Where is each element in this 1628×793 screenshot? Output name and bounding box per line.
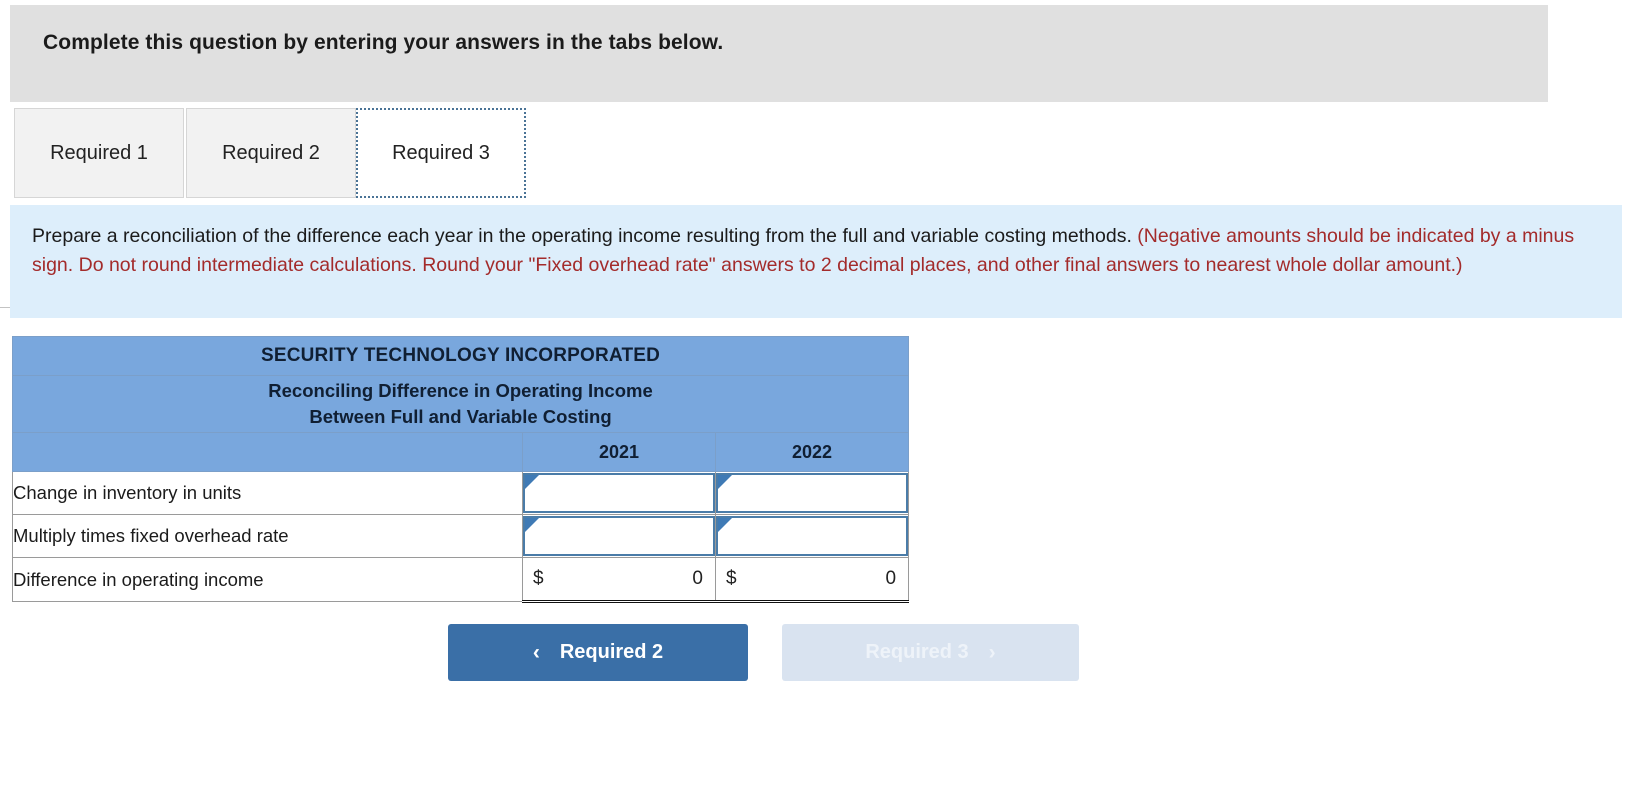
question-banner: Complete this question by entering your …: [10, 5, 1548, 102]
instructions-main: Prepare a reconciliation of the differen…: [32, 225, 1138, 247]
prev-button-label: Required 2: [559, 641, 664, 663]
company-name: SECURITY TECHNOLOGY INCORPORATED: [11, 336, 910, 376]
input-fixed-overhead-rate-2022[interactable]: [728, 518, 901, 554]
table-row: Difference in operating income $ 0 $ 0: [12, 557, 910, 603]
currency-symbol-2021: $: [533, 568, 544, 589]
table-row-subtitle-header: Reconciling Difference in Operating Inco…: [11, 375, 910, 433]
statement-subtitle: Reconciling Difference in Operating Inco…: [11, 375, 910, 433]
tab-required-2-label: Required 2: [222, 141, 320, 164]
cell-difference-2021: $ 0: [522, 557, 716, 603]
cell-change-in-inventory-2021[interactable]: [522, 471, 716, 515]
year-header-2022: 2022: [714, 432, 910, 472]
prev-required-2-button[interactable]: ‹ Required 2: [448, 624, 748, 681]
table-row: Multiply times fixed overhead rate: [12, 514, 910, 558]
chevron-right-icon: ›: [988, 641, 996, 664]
instructions-panel: Prepare a reconciliation of the differen…: [10, 205, 1622, 318]
reconciliation-table: SECURITY TECHNOLOGY INCORPORATED Reconci…: [11, 336, 910, 603]
input-wrapper: [716, 516, 909, 556]
input-change-in-inventory-2021[interactable]: [535, 475, 707, 511]
tab-required-2[interactable]: Required 2: [186, 108, 356, 198]
tab-required-3[interactable]: Required 3: [356, 108, 526, 198]
pager-nav: ‹ Required 2 Required 3 ›: [448, 624, 1079, 681]
year-header-2021: 2021: [522, 432, 716, 472]
row-label-difference-in-operating-income: Difference in operating income: [12, 557, 523, 602]
tab-required-3-label: Required 3: [392, 141, 490, 164]
row-label-fixed-overhead-rate: Multiply times fixed overhead rate: [12, 514, 523, 558]
currency-symbol-2022: $: [726, 568, 737, 589]
statement-subtitle-line1: Reconciling Difference in Operating Inco…: [268, 380, 653, 401]
next-button-label: Required 3: [865, 641, 969, 663]
next-required-3-button[interactable]: Required 3 ›: [782, 624, 1079, 681]
instructions-text: Prepare a reconciliation of the differen…: [32, 222, 1600, 280]
chevron-left-icon: ‹: [532, 641, 540, 664]
value-difference-2021: 0: [692, 568, 703, 589]
tab-bar: Required 1 Required 2 Required 3: [0, 108, 1548, 308]
input-change-in-inventory-2022[interactable]: [728, 475, 901, 511]
row-label-change-in-inventory: Change in inventory in units: [12, 471, 523, 515]
tab-required-1-label: Required 1: [50, 141, 148, 164]
page-title: Complete this question by entering your …: [43, 31, 724, 54]
cell-fixed-overhead-rate-2022[interactable]: [714, 514, 910, 558]
input-wrapper: [716, 473, 909, 513]
cell-difference-2022: $ 0: [714, 557, 910, 603]
statement-subtitle-line2: Between Full and Variable Costing: [309, 406, 612, 427]
input-wrapper: [523, 473, 715, 513]
input-fixed-overhead-rate-2021[interactable]: [535, 518, 707, 554]
table-row-company-header: SECURITY TECHNOLOGY INCORPORATED: [11, 336, 910, 376]
year-header-blank-cell: [12, 432, 523, 472]
cell-change-in-inventory-2022[interactable]: [714, 471, 910, 515]
cell-fixed-overhead-rate-2021[interactable]: [522, 514, 716, 558]
value-difference-2022: 0: [885, 568, 897, 589]
tab-required-1[interactable]: Required 1: [14, 108, 184, 198]
input-wrapper: [523, 516, 715, 556]
table-row-year-header: 2021 2022: [12, 432, 910, 472]
table-row: Change in inventory in units: [12, 471, 910, 515]
